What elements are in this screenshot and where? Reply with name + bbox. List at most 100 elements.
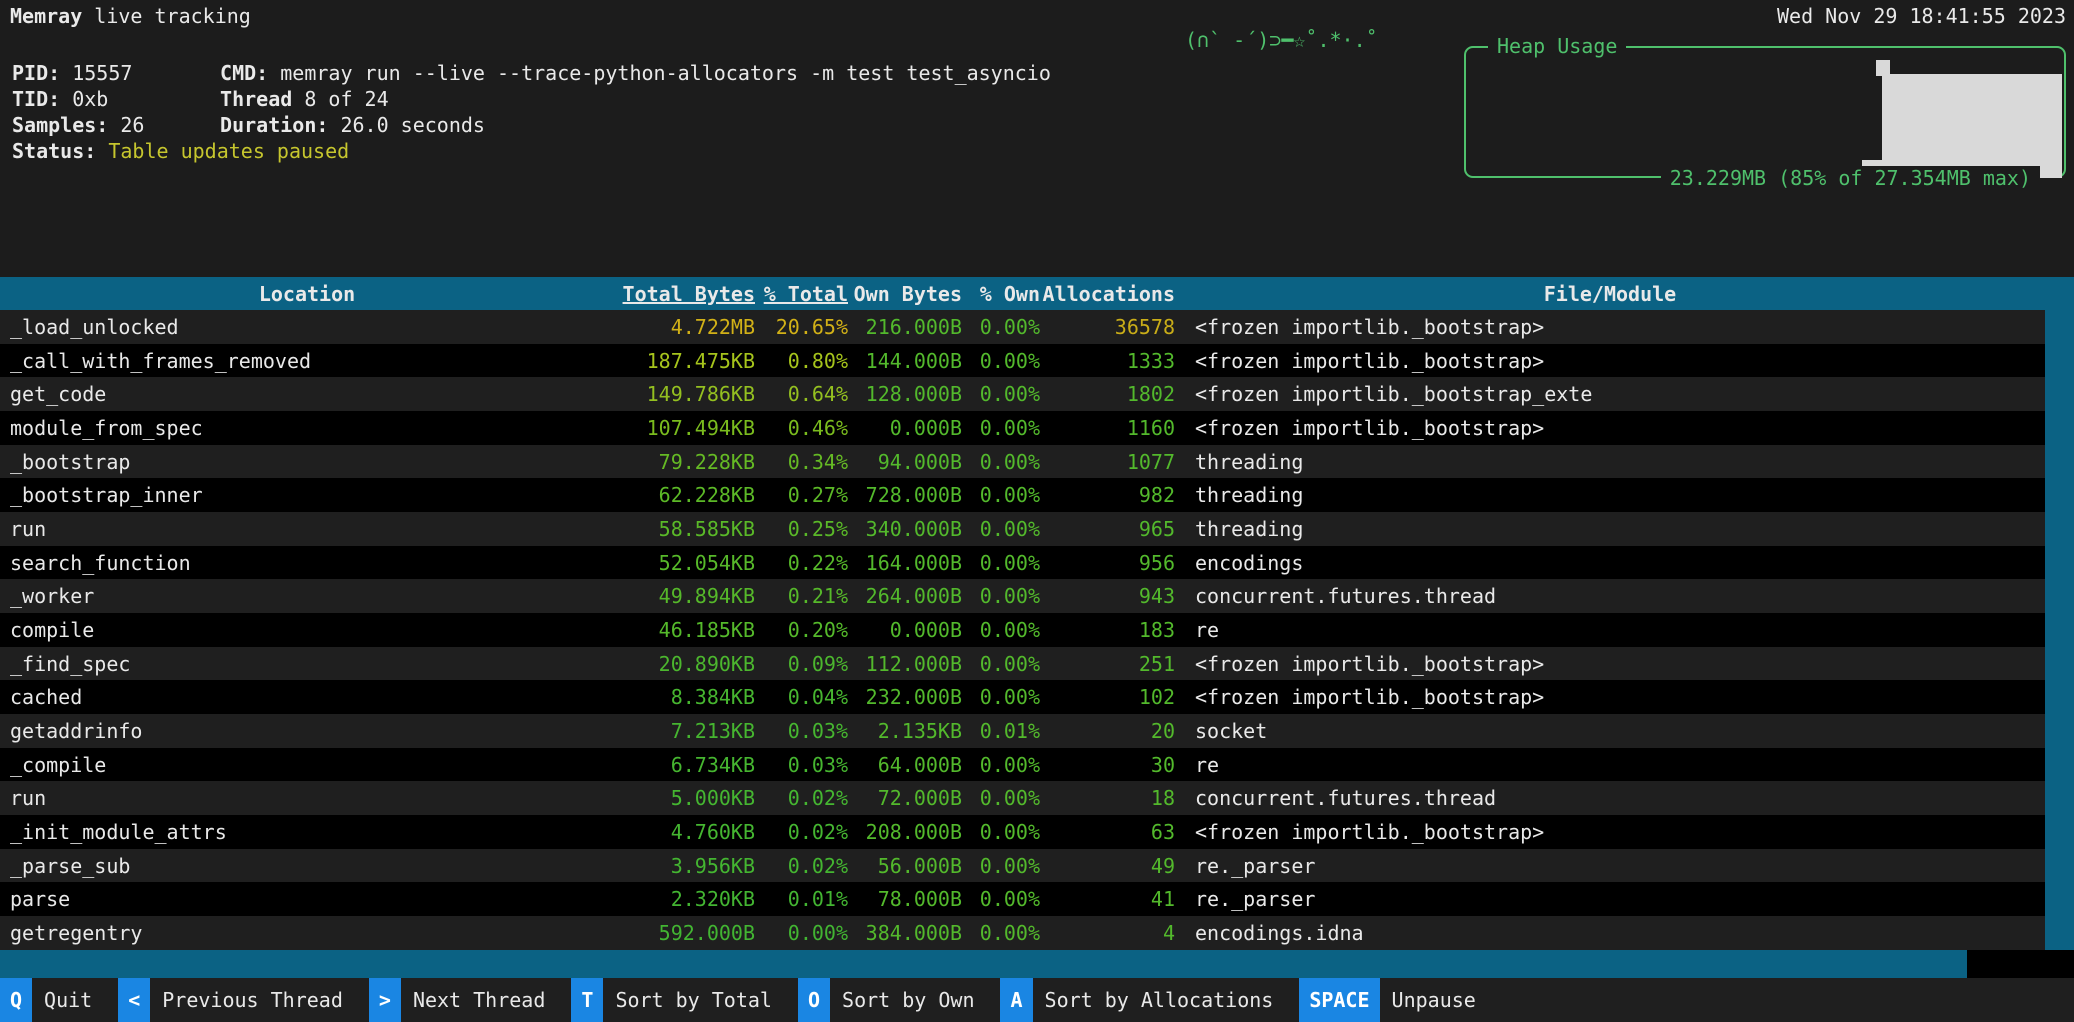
table-row[interactable]: getaddrinfo 7.213KB 0.03% 2.135KB 0.01% … — [0, 714, 2045, 748]
cell-total-bytes: 58.585KB — [614, 517, 755, 541]
cell-pct-own: 0.00% — [962, 450, 1040, 474]
cell-file-module: encodings — [1175, 551, 2045, 575]
app-title-rest: live tracking — [82, 4, 251, 28]
cell-pct-own: 0.00% — [962, 854, 1040, 878]
cell-pct-total: 0.22% — [755, 551, 848, 575]
key-binding[interactable]: A Sort by Allocations — [1000, 978, 1299, 1022]
table-row[interactable]: get_code 149.786KB 0.64% 128.000B 0.00% … — [0, 377, 2045, 411]
table-row[interactable]: _load_unlocked 4.722MB 20.65% 216.000B 0… — [0, 310, 2045, 344]
cell-pct-total: 0.01% — [755, 887, 848, 911]
cell-allocations: 1160 — [1040, 416, 1175, 440]
cell-pct-own: 0.01% — [962, 719, 1040, 743]
column-header-allocations[interactable]: Allocations — [1040, 282, 1175, 306]
cell-own-bytes: 264.000B — [848, 584, 962, 608]
cell-file-module: <frozen importlib._bootstrap> — [1175, 685, 2045, 709]
table-row[interactable]: run 58.585KB 0.25% 340.000B 0.00% 965 th… — [0, 512, 2045, 546]
table-row[interactable]: module_from_spec 107.494KB 0.46% 0.000B … — [0, 411, 2045, 445]
key-binding[interactable]: < Previous Thread — [118, 978, 369, 1022]
column-header-location[interactable]: Location — [0, 282, 614, 306]
cell-file-module: re — [1175, 618, 2045, 642]
horizontal-scrollbar[interactable] — [0, 950, 2074, 978]
app-title: Memray live tracking — [10, 4, 251, 28]
cell-file-module: re — [1175, 753, 2045, 777]
cell-own-bytes: 56.000B — [848, 854, 962, 878]
key-chip[interactable]: SPACE — [1299, 978, 1379, 1022]
key-binding[interactable]: Q Quit — [0, 978, 118, 1022]
cell-location: _worker — [0, 584, 614, 608]
cell-location: cached — [0, 685, 614, 709]
cell-pct-own: 0.00% — [962, 652, 1040, 676]
key-chip[interactable]: A — [1000, 978, 1032, 1022]
cell-pct-own: 0.00% — [962, 921, 1040, 945]
key-binding-label: Next Thread — [401, 978, 571, 1022]
cell-location: get_code — [0, 382, 614, 406]
cell-total-bytes: 20.890KB — [614, 652, 755, 676]
cell-own-bytes: 0.000B — [848, 618, 962, 642]
table-row[interactable]: _compile 6.734KB 0.03% 64.000B 0.00% 30 … — [0, 748, 2045, 782]
cell-pct-total: 0.03% — [755, 753, 848, 777]
horizontal-scrollbar-thumb[interactable] — [0, 950, 1967, 978]
table-row[interactable]: cached 8.384KB 0.04% 232.000B 0.00% 102 … — [0, 680, 2045, 714]
table-row[interactable]: run 5.000KB 0.02% 72.000B 0.00% 18 concu… — [0, 781, 2045, 815]
status-label: Status: — [12, 139, 96, 163]
cell-pct-own: 0.00% — [962, 887, 1040, 911]
cell-pct-own: 0.00% — [962, 349, 1040, 373]
key-chip[interactable]: T — [571, 978, 603, 1022]
table-row[interactable]: _bootstrap_inner 62.228KB 0.27% 728.000B… — [0, 478, 2045, 512]
cell-pct-own: 0.00% — [962, 382, 1040, 406]
cell-pct-own: 0.00% — [962, 483, 1040, 507]
cell-allocations: 30 — [1040, 753, 1175, 777]
column-header-pct-total[interactable]: % Total — [755, 282, 848, 306]
key-chip[interactable]: Q — [0, 978, 32, 1022]
thread: Thread 8 of 24 — [220, 87, 389, 111]
table-row[interactable]: compile 46.185KB 0.20% 0.000B 0.00% 183 … — [0, 613, 2045, 647]
cell-file-module: <frozen importlib._bootstrap> — [1175, 315, 2045, 339]
cell-allocations: 251 — [1040, 652, 1175, 676]
table-row[interactable]: _find_spec 20.890KB 0.09% 112.000B 0.00%… — [0, 647, 2045, 681]
table-row[interactable]: _parse_sub 3.956KB 0.02% 56.000B 0.00% 4… — [0, 849, 2045, 883]
key-chip[interactable]: > — [369, 978, 401, 1022]
pid: PID: 15557 — [12, 60, 208, 86]
column-header-total-bytes[interactable]: Total Bytes — [614, 282, 755, 306]
key-binding[interactable]: SPACE Unpause — [1299, 978, 1502, 1022]
key-chip[interactable]: < — [118, 978, 150, 1022]
key-binding[interactable]: O Sort by Own — [798, 978, 1001, 1022]
cell-total-bytes: 79.228KB — [614, 450, 755, 474]
info-line-status: Status: Table updates paused — [12, 138, 1051, 164]
table-row[interactable]: _call_with_frames_removed 187.475KB 0.80… — [0, 344, 2045, 378]
table-row[interactable]: _bootstrap 79.228KB 0.34% 94.000B 0.00% … — [0, 445, 2045, 479]
samples: Samples: 26 — [12, 112, 208, 138]
table-row[interactable]: _init_module_attrs 4.760KB 0.02% 208.000… — [0, 815, 2045, 849]
cell-pct-total: 0.25% — [755, 517, 848, 541]
key-binding[interactable]: > Next Thread — [369, 978, 572, 1022]
cell-own-bytes: 94.000B — [848, 450, 962, 474]
table-row[interactable]: parse 2.320KB 0.01% 78.000B 0.00% 41 re.… — [0, 882, 2045, 916]
cell-pct-own: 0.00% — [962, 786, 1040, 810]
cell-pct-total: 0.46% — [755, 416, 848, 440]
column-header-pct-own[interactable]: % Own — [962, 282, 1040, 306]
heap-usage-title: Heap Usage — [1488, 34, 1626, 58]
cell-total-bytes: 592.000B — [614, 921, 755, 945]
key-chip[interactable]: O — [798, 978, 830, 1022]
info-line-pid: PID: 15557 CMD: memray run --live --trac… — [12, 60, 1051, 86]
app-title-brand: Memray — [10, 4, 82, 28]
column-header-file-module[interactable]: File/Module — [1175, 282, 2045, 306]
cell-own-bytes: 2.135KB — [848, 719, 962, 743]
column-header-own-bytes[interactable]: Own Bytes — [848, 282, 962, 306]
cell-pct-total: 0.09% — [755, 652, 848, 676]
cell-location: _parse_sub — [0, 854, 614, 878]
table-row[interactable]: getregentry 592.000B 0.00% 384.000B 0.00… — [0, 916, 2045, 950]
cell-own-bytes: 164.000B — [848, 551, 962, 575]
cell-total-bytes: 46.185KB — [614, 618, 755, 642]
cell-allocations: 20 — [1040, 719, 1175, 743]
table-row[interactable]: search_function 52.054KB 0.22% 164.000B … — [0, 546, 2045, 580]
vertical-scrollbar[interactable] — [2045, 310, 2074, 950]
clock: Wed Nov 29 18:41:55 2023 — [1777, 4, 2066, 28]
cell-allocations: 956 — [1040, 551, 1175, 575]
key-binding[interactable]: T Sort by Total — [571, 978, 798, 1022]
cell-total-bytes: 5.000KB — [614, 786, 755, 810]
cell-total-bytes: 4.760KB — [614, 820, 755, 844]
key-binding-label: Sort by Total — [603, 978, 798, 1022]
cell-pct-own: 0.00% — [962, 315, 1040, 339]
table-row[interactable]: _worker 49.894KB 0.21% 264.000B 0.00% 94… — [0, 579, 2045, 613]
